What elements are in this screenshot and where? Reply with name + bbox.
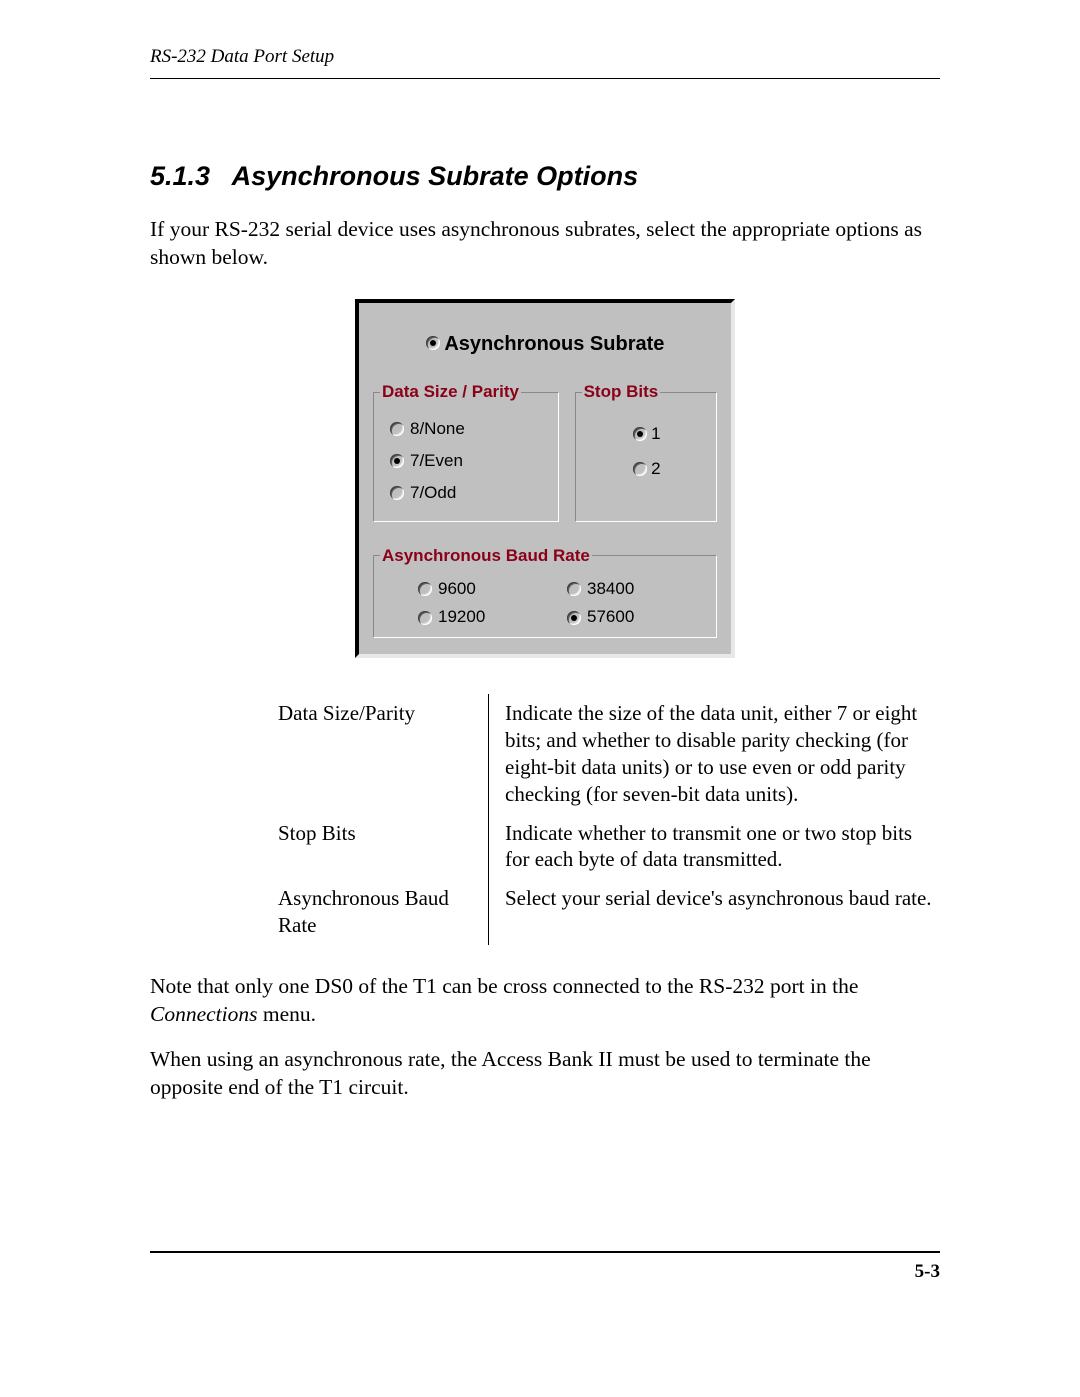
footer-rule — [150, 1251, 940, 1253]
async-subrate-dialog: Asynchronous Subrate Data Size / Parity … — [355, 299, 735, 658]
def-term-stop-bits: Stop Bits — [278, 814, 488, 880]
note-paragraph: Note that only one DS0 of the T1 can be … — [150, 973, 940, 1028]
baud-options-grid: 9600 38400 19200 57600 — [384, 576, 708, 627]
legend-baud-rate: Asynchronous Baud Rate — [380, 546, 592, 566]
radio-baud-38400[interactable] — [567, 582, 581, 596]
section-heading: 5.1.3 Asynchronous Subrate Options — [150, 161, 940, 192]
option-stop-1[interactable]: 1 — [633, 420, 660, 449]
page: RS-232 Data Port Setup 5.1.3 Asynchronou… — [0, 0, 1080, 1283]
intro-paragraph: If your RS-232 serial device uses asynch… — [150, 216, 940, 271]
section-title: Asynchronous Subrate Options — [232, 161, 639, 191]
stop-bits-options: 1 2 — [586, 412, 708, 484]
page-header: RS-232 Data Port Setup — [150, 46, 940, 68]
page-number: 5-3 — [915, 1261, 940, 1283]
legend-stop-bits: Stop Bits — [582, 382, 661, 402]
page-footer: 5-3 — [150, 1261, 940, 1283]
label-stop-1: 1 — [651, 420, 660, 449]
def-term-data-size: Data Size/Parity — [278, 694, 488, 814]
radio-baud-9600[interactable] — [418, 582, 432, 596]
label-7-even: 7/Even — [410, 447, 463, 476]
radio-7-even[interactable] — [390, 454, 404, 468]
radio-baud-57600[interactable] — [567, 611, 581, 625]
label-7-odd: 7/Odd — [410, 479, 456, 508]
def-desc-baud: Select your serial device's asynchronous… — [488, 879, 940, 945]
option-8-none[interactable]: 8/None — [390, 415, 550, 444]
definitions-table: Data Size/Parity Indicate the size of th… — [278, 694, 940, 945]
option-baud-57600[interactable]: 57600 — [567, 608, 634, 627]
option-stop-2[interactable]: 2 — [633, 455, 660, 484]
def-term-baud: Asynchronous Baud Rate — [278, 879, 488, 945]
radio-baud-19200[interactable] — [418, 611, 432, 625]
option-baud-38400[interactable]: 38400 — [567, 580, 634, 599]
option-7-even[interactable]: 7/Even — [390, 447, 550, 476]
radio-async-subrate[interactable] — [426, 336, 440, 350]
running-head: RS-232 Data Port Setup — [150, 46, 334, 68]
group-stop-bits: Stop Bits 1 2 — [575, 382, 717, 522]
label-baud-57600: 57600 — [587, 608, 634, 627]
label-baud-38400: 38400 — [587, 580, 634, 599]
main-option-row: Asynchronous Subrate — [373, 333, 717, 356]
upper-groups-row: Data Size / Parity 8/None 7/Even 7/Odd — [373, 382, 717, 522]
note-italic: Connections — [150, 1002, 258, 1026]
label-baud-9600: 9600 — [438, 580, 476, 599]
label-baud-19200: 19200 — [438, 608, 485, 627]
header-rule — [150, 78, 940, 79]
label-stop-2: 2 — [651, 455, 660, 484]
dialog-container: Asynchronous Subrate Data Size / Parity … — [150, 299, 940, 658]
closing-paragraph: When using an asynchronous rate, the Acc… — [150, 1046, 940, 1101]
def-desc-stop-bits: Indicate whether to transmit one or two … — [488, 814, 940, 880]
main-option-label: Asynchronous Subrate — [444, 333, 664, 355]
section-number: 5.1.3 — [150, 161, 210, 191]
option-baud-9600[interactable]: 9600 — [418, 580, 476, 599]
group-baud-rate: Asynchronous Baud Rate 9600 38400 19200 — [373, 546, 717, 638]
option-baud-19200[interactable]: 19200 — [418, 608, 485, 627]
note-pre: Note that only one DS0 of the T1 can be … — [150, 974, 858, 998]
radio-7-odd[interactable] — [390, 486, 404, 500]
def-desc-data-size: Indicate the size of the data unit, eith… — [488, 694, 940, 814]
note-post: menu. — [258, 1002, 317, 1026]
radio-8-none[interactable] — [390, 422, 404, 436]
radio-stop-1[interactable] — [633, 427, 647, 441]
label-8-none: 8/None — [410, 415, 465, 444]
radio-stop-2[interactable] — [633, 462, 647, 476]
group-data-size-parity: Data Size / Parity 8/None 7/Even 7/Odd — [373, 382, 559, 522]
option-7-odd[interactable]: 7/Odd — [390, 479, 550, 508]
legend-data-size-parity: Data Size / Parity — [380, 382, 521, 402]
